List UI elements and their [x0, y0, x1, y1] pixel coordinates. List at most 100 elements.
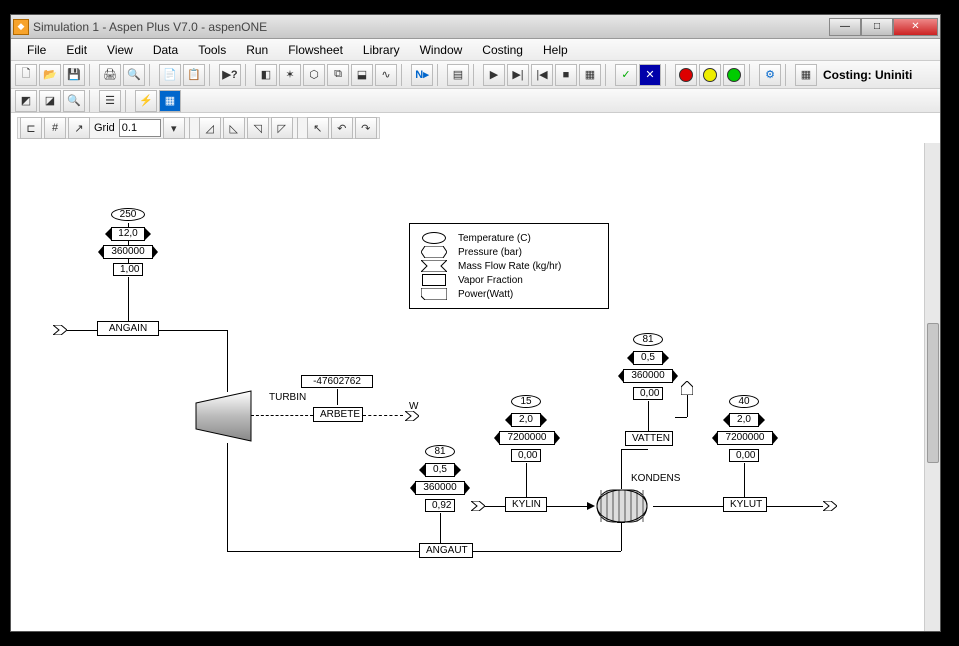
menu-window[interactable]: Window [410, 40, 473, 60]
menu-flowsheet[interactable]: Flowsheet [278, 40, 353, 60]
tool-e-icon[interactable]: ⬓ [351, 64, 373, 86]
open-icon[interactable]: 📂 [39, 64, 61, 86]
menu-costing[interactable]: Costing [472, 40, 533, 60]
vatten-label[interactable]: VATTEN [625, 431, 673, 446]
maximize-button[interactable]: □ [861, 18, 893, 36]
kylut-temperature: 40 [729, 395, 759, 408]
turbine-block[interactable] [191, 389, 261, 443]
close-button[interactable]: ✕ [893, 18, 938, 36]
copy-icon[interactable]: 📄 [159, 64, 181, 86]
angaut-massflow: 360000 [415, 481, 465, 495]
angaut-label[interactable]: ANGAUT [419, 543, 473, 558]
flowsheet[interactable]: 250 12,0 360000 1,00 ANGAIN TURBIN [11, 143, 924, 631]
kylin-pressure: 2,0 [511, 413, 541, 427]
ct-a-icon[interactable]: ⊏ [20, 117, 42, 139]
x-icon[interactable]: ✕ [639, 64, 661, 86]
menu-file[interactable]: File [17, 40, 56, 60]
grid-input[interactable] [119, 119, 161, 137]
ct-pointer-icon[interactable]: ↖ [307, 117, 329, 139]
legend-vaporfrac: Vapor Fraction [458, 275, 523, 286]
minimize-button[interactable]: — [829, 18, 861, 36]
scrollbar-thumb[interactable] [927, 323, 939, 463]
kylut-label[interactable]: KYLUT [723, 497, 767, 512]
grid-label: Grid [92, 122, 117, 134]
costing-status: Costing: Uniniti [823, 68, 912, 82]
ct-g-icon[interactable]: ◸ [271, 117, 293, 139]
legend-massflow: Mass Flow Rate (kg/hr) [458, 261, 561, 272]
kylin-port-icon[interactable] [471, 501, 485, 511]
menu-library[interactable]: Library [353, 40, 410, 60]
ct-undo-icon[interactable]: ↶ [331, 117, 353, 139]
tool-c-icon[interactable]: ⬡ [303, 64, 325, 86]
save-icon[interactable]: 💾 [63, 64, 85, 86]
titlebar: ◆ Simulation 1 - Aspen Plus V7.0 - aspen… [11, 15, 940, 39]
ct-redo-icon[interactable]: ↷ [355, 117, 377, 139]
menu-edit[interactable]: Edit [56, 40, 97, 60]
kondens-label: KONDENS [631, 473, 680, 484]
turbin-label: TURBIN [269, 392, 306, 403]
paste-icon[interactable]: 📋 [183, 64, 205, 86]
kylut-massflow: 7200000 [717, 431, 773, 445]
tb2-a-icon[interactable]: ◩ [15, 90, 37, 112]
angain-pressure: 12,0 [111, 227, 145, 241]
status-yellow-icon[interactable] [699, 64, 721, 86]
play-icon[interactable]: ▶ [483, 64, 505, 86]
menu-help[interactable]: Help [533, 40, 578, 60]
tool-f-icon[interactable]: ∿ [375, 64, 397, 86]
tb2-e-icon[interactable]: ▦ [159, 90, 181, 112]
tb2-c-icon[interactable]: ☰ [99, 90, 121, 112]
menu-data[interactable]: Data [143, 40, 188, 60]
angain-label[interactable]: ANGAIN [97, 321, 159, 336]
ct-c-icon[interactable]: ↗ [68, 117, 90, 139]
menu-run[interactable]: Run [236, 40, 278, 60]
arbete-label[interactable]: ARBETE [313, 407, 363, 422]
grid-icon[interactable]: ▦ [795, 64, 817, 86]
angaut-vf: 0,92 [425, 499, 455, 512]
check-icon[interactable]: ✓ [615, 64, 637, 86]
menu-view[interactable]: View [97, 40, 143, 60]
kylut-port-icon [823, 501, 837, 511]
ct-f-icon[interactable]: ◹ [247, 117, 269, 139]
tb2-d-icon[interactable]: ⚡ [135, 90, 157, 112]
vatten-massflow: 360000 [623, 369, 673, 383]
print-preview-icon[interactable]: 🔍 [123, 64, 145, 86]
vatten-pressure: 0,5 [633, 351, 663, 365]
legend-power: Power(Watt) [458, 289, 513, 300]
ct-b-icon[interactable]: # [44, 117, 66, 139]
legend-temperature: Temperature (C) [458, 233, 531, 244]
next-icon[interactable]: N▸ [411, 64, 433, 86]
grid-dropdown-icon[interactable]: ▾ [163, 117, 185, 139]
vertical-scrollbar[interactable] [924, 143, 940, 631]
angain-temperature: 250 [111, 208, 145, 221]
window-title: Simulation 1 - Aspen Plus V7.0 - aspenON… [33, 20, 829, 34]
angain-vf: 1,00 [113, 263, 143, 276]
legend-pressure: Pressure (bar) [458, 247, 522, 258]
tb2-zoom-icon[interactable]: 🔍 [63, 90, 85, 112]
step-icon[interactable]: ▶| [507, 64, 529, 86]
kylin-temperature: 15 [511, 395, 541, 408]
results-icon[interactable]: ▦ [579, 64, 601, 86]
kylut-pressure: 2,0 [729, 413, 759, 427]
status-green-icon[interactable] [723, 64, 745, 86]
inlet-port-icon[interactable] [53, 325, 67, 335]
tool-a-icon[interactable]: ◧ [255, 64, 277, 86]
rewind-icon[interactable]: |◀ [531, 64, 553, 86]
menu-tools[interactable]: Tools [188, 40, 236, 60]
tool-b-icon[interactable]: ✶ [279, 64, 301, 86]
ct-d-icon[interactable]: ◿ [199, 117, 221, 139]
ct-e-icon[interactable]: ◺ [223, 117, 245, 139]
tb2-b-icon[interactable]: ◪ [39, 90, 61, 112]
status-red-icon[interactable] [675, 64, 697, 86]
new-icon[interactable]: 🗋 [15, 64, 37, 86]
kondens-block[interactable] [591, 489, 653, 523]
arbete-power: -47602762 [301, 375, 373, 388]
menubar: File Edit View Data Tools Run Flowsheet … [11, 39, 940, 61]
canvas-area: ⊏ # ↗ Grid ▾ ◿ ◺ ◹ ◸ ↖ ↶ ↷ 250 12,0 3600… [11, 113, 940, 631]
help-icon[interactable]: ▶? [219, 64, 241, 86]
tool-d-icon[interactable]: ⧉ [327, 64, 349, 86]
gear-icon[interactable]: ⚙ [759, 64, 781, 86]
kylin-label[interactable]: KYLIN [505, 497, 547, 512]
stop-icon[interactable]: ■ [555, 64, 577, 86]
panel-icon[interactable]: ▤ [447, 64, 469, 86]
print-icon[interactable]: 🖨 [99, 64, 121, 86]
